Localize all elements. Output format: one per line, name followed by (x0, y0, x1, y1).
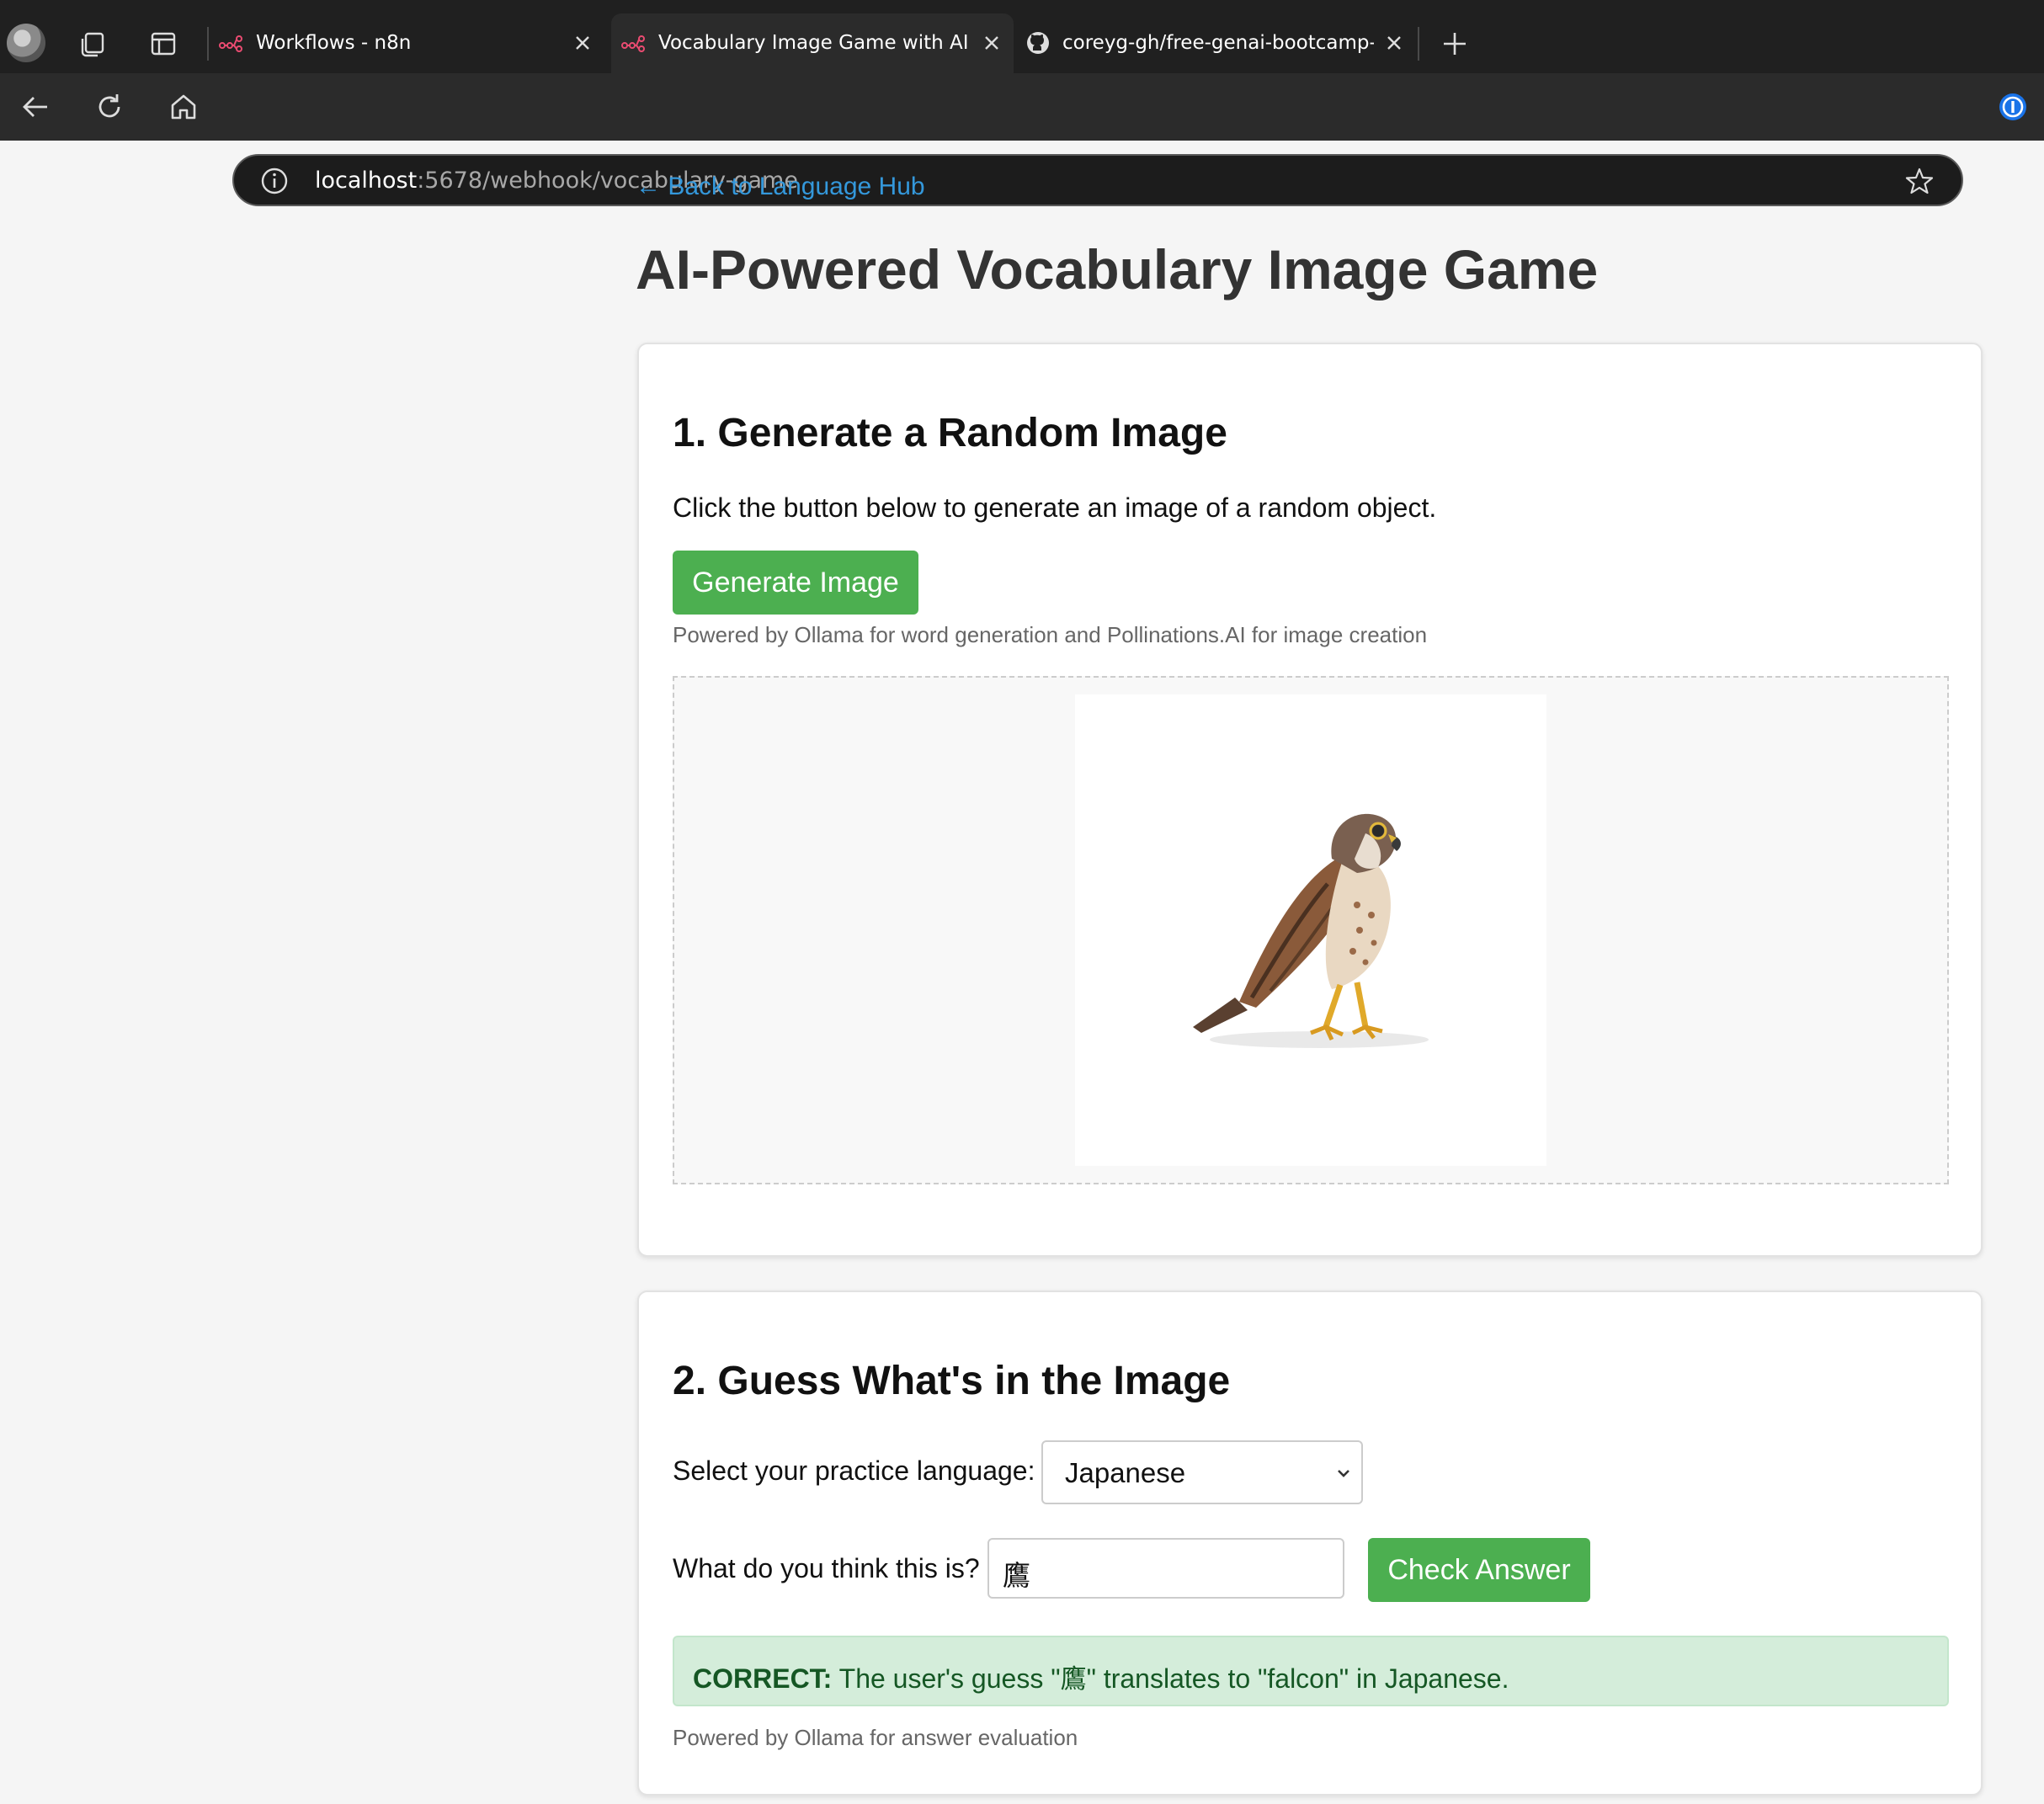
result-prefix: The user's guess " (832, 1663, 1061, 1694)
n8n-icon (219, 34, 244, 54)
result-suffix: " translates to "falcon" in Japanese. (1086, 1663, 1509, 1694)
tab-github-repo[interactable]: coreyg-gh/free-genai-bootcamp- (1015, 13, 1416, 73)
favorite-star-icon[interactable] (1904, 166, 1935, 196)
close-icon[interactable] (572, 33, 593, 53)
close-icon[interactable] (982, 33, 1002, 53)
tab-actions-icon[interactable] (148, 29, 178, 59)
close-icon[interactable] (1384, 33, 1404, 53)
guess-label: What do you think this is? (673, 1553, 980, 1583)
tab-title: Vocabulary Image Game with AI (658, 32, 969, 54)
guess-input-value: 鷹 (1003, 1559, 1030, 1592)
answer-result: CORRECT: The user's guess "鷹" translates… (673, 1636, 1949, 1706)
guess-card: 2. Guess What's in the Image Select your… (637, 1290, 1983, 1796)
generate-image-card: 1. Generate a Random Image Click the but… (637, 343, 1983, 1257)
site-info-icon[interactable] (259, 166, 290, 196)
result-guess: 鷹 (1060, 1664, 1087, 1695)
image-container (673, 676, 1949, 1184)
powered-by-note: Powered by Ollama for answer evaluation (673, 1725, 1078, 1750)
tab-workflows-n8n[interactable]: Workflows - n8n (209, 13, 604, 73)
result-status: CORRECT: (693, 1663, 833, 1694)
section-heading: 2. Guess What's in the Image (673, 1359, 1231, 1403)
language-selected-value: Japanese (1065, 1457, 1186, 1488)
tab-separator (1418, 27, 1419, 61)
refresh-icon[interactable] (93, 90, 126, 124)
section-description: Click the button below to generate an im… (673, 492, 1437, 523)
profile-avatar[interactable] (7, 24, 45, 62)
address-bar[interactable]: localhost:5678/webhook/vocabulary-game (232, 154, 1963, 206)
falcon-illustration (1193, 813, 1429, 1048)
tab-title: Workflows - n8n (256, 32, 412, 54)
generated-image (1075, 694, 1546, 1166)
home-icon[interactable] (167, 90, 200, 124)
n8n-icon (621, 34, 647, 54)
browser-tab-bar: Workflows - n8n Vocabulary Image Game wi… (0, 0, 2044, 73)
page-title: AI-Powered Vocabulary Image Game (636, 238, 1599, 301)
new-tab-icon[interactable] (1440, 29, 1470, 59)
password-manager-icon[interactable] (1997, 91, 2029, 123)
tab-vocabulary-game[interactable]: Vocabulary Image Game with AI (611, 13, 1014, 73)
language-select[interactable]: Japanese (1041, 1440, 1363, 1504)
github-icon (1025, 32, 1051, 54)
result-text: CORRECT: The user's guess "鷹" translates… (693, 1658, 1509, 1695)
back-icon[interactable] (19, 90, 52, 124)
collections-icon[interactable] (77, 29, 108, 59)
section-heading: 1. Generate a Random Image (673, 411, 1227, 455)
url-host: localhost (315, 168, 418, 194)
powered-by-note: Powered by Ollama for word generation an… (673, 622, 1428, 647)
language-label: Select your practice language: (673, 1455, 1035, 1486)
browser-toolbar: localhost:5678/webhook/vocabulary-game (0, 73, 2044, 206)
generate-image-button[interactable]: Generate Image (673, 551, 918, 615)
back-to-language-hub-link[interactable]: ← Back to Language Hub (636, 173, 925, 201)
check-answer-button[interactable]: Check Answer (1368, 1538, 1590, 1602)
chevron-down-icon (1334, 1464, 1353, 1482)
guess-input[interactable]: 鷹 (987, 1538, 1344, 1599)
tab-title: coreyg-gh/free-genai-bootcamp- (1062, 32, 1374, 54)
